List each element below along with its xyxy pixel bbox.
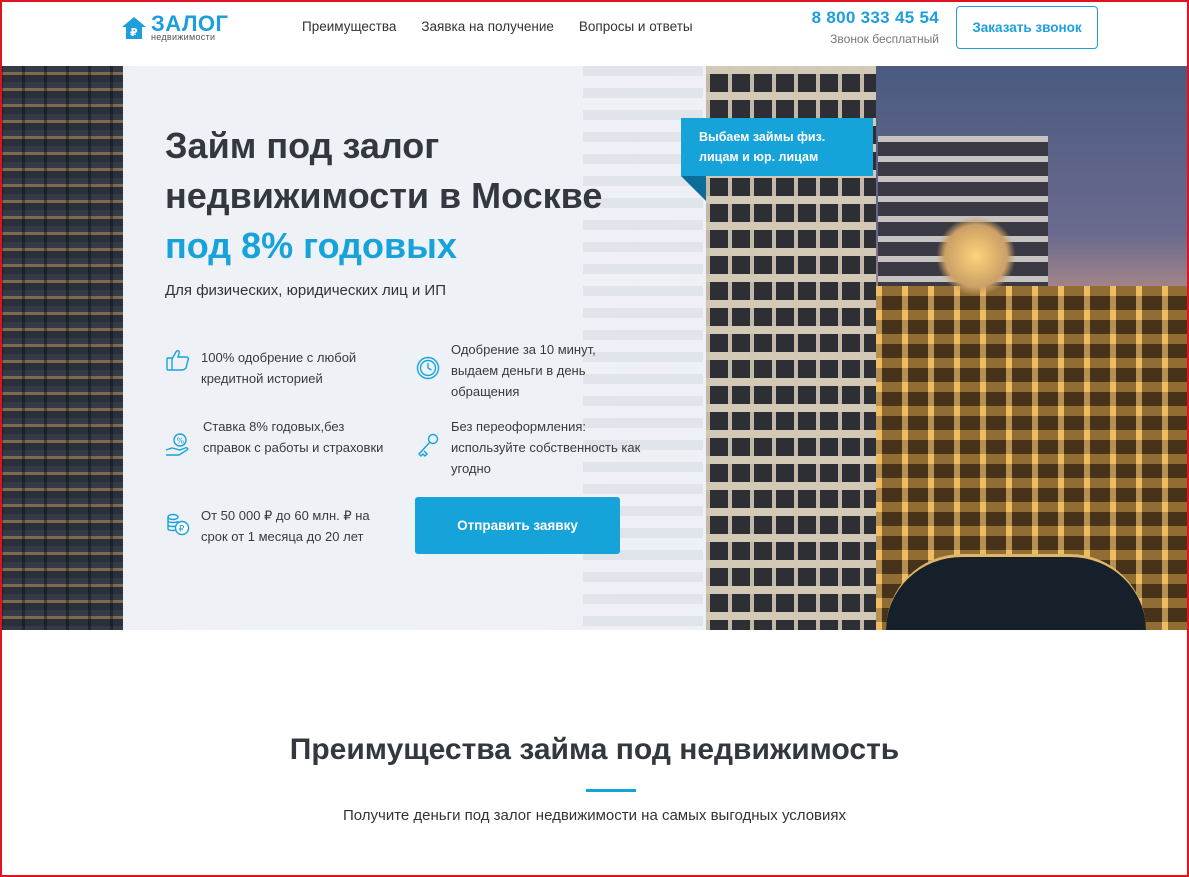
hero-title-line2: недвижимости в Москве [165, 175, 603, 216]
phone-note: Звонок бесплатный [830, 32, 939, 46]
key-icon [418, 433, 439, 457]
feature-fast: Одобрение за 10 минут, выдаем деньги в д… [415, 339, 645, 402]
hero-badge: Выбаем займы физ. лицам и юр. лицам [681, 118, 873, 176]
feature-amount-text: От 50 000 ₽ до 60 млн. ₽ на срок от 1 ме… [201, 508, 370, 544]
hero-title-accent: под 8% годовых [165, 225, 457, 266]
svg-text:₽: ₽ [130, 26, 138, 39]
hero-subtitle: Для физических, юридических лиц и ИП [165, 282, 446, 299]
phone-number[interactable]: 8 800 333 45 54 [812, 8, 939, 28]
nav-item-advantages[interactable]: Преимущества [302, 19, 396, 34]
section-divider [586, 789, 636, 792]
main-nav: Преимущества Заявка на получение Вопросы… [302, 19, 693, 34]
feature-no-reissue: Без переоформления: используйте собствен… [415, 416, 645, 479]
submit-application-button[interactable]: Отправить заявку [415, 497, 620, 554]
svg-text:%: % [177, 437, 185, 446]
hero-section: Выбаем займы физ. лицам и юр. лицам Займ… [0, 66, 1189, 630]
badge-fold [681, 176, 706, 201]
order-call-button[interactable]: Заказать звонок [956, 6, 1098, 49]
percent-hand-icon: % [165, 433, 189, 456]
phone-block: 8 800 333 45 54 Звонок бесплатный [812, 8, 939, 46]
feature-approval-text: 100% одобрение с любой кредитной историе… [201, 350, 357, 386]
feature-rate-text: Ставка 8% годовых,без справок с работы и… [203, 419, 384, 455]
hero-title-line1: Займ под залог [165, 125, 440, 166]
site-header: ₽ ЗАЛОГ недвижимости Преимущества Заявка… [0, 0, 1189, 66]
feature-rate: % Ставка 8% годовых,без справок с работы… [165, 416, 395, 458]
nav-item-faq[interactable]: Вопросы и ответы [579, 19, 693, 34]
building-image-left [0, 66, 123, 630]
house-ruble-icon: ₽ [122, 17, 146, 39]
thumbs-up-icon [166, 350, 190, 371]
advantages-title: Преимущества займа под недвижимость [289, 733, 900, 766]
hero-title: Займ под залог недвижимости в Москве под… [165, 121, 685, 271]
logo[interactable]: ₽ ЗАЛОГ недвижимости [121, 12, 241, 44]
feature-approval: 100% одобрение с любой кредитной историе… [165, 347, 395, 389]
feature-amount: ₽ От 50 000 ₽ до 60 млн. ₽ на срок от 1 … [165, 505, 395, 547]
feature-fast-text: Одобрение за 10 минут, выдаем деньги в д… [451, 342, 596, 399]
svg-text:₽: ₽ [179, 525, 185, 535]
advantages-subtitle: Получите деньги под залог недвижимости н… [342, 807, 847, 824]
clock-icon [416, 356, 440, 380]
logo-subtitle: недвижимости [151, 32, 216, 42]
coins-ruble-icon: ₽ [167, 513, 190, 536]
nav-item-application[interactable]: Заявка на получение [421, 19, 554, 34]
feature-no-reissue-text: Без переоформления: используйте собствен… [451, 419, 641, 476]
